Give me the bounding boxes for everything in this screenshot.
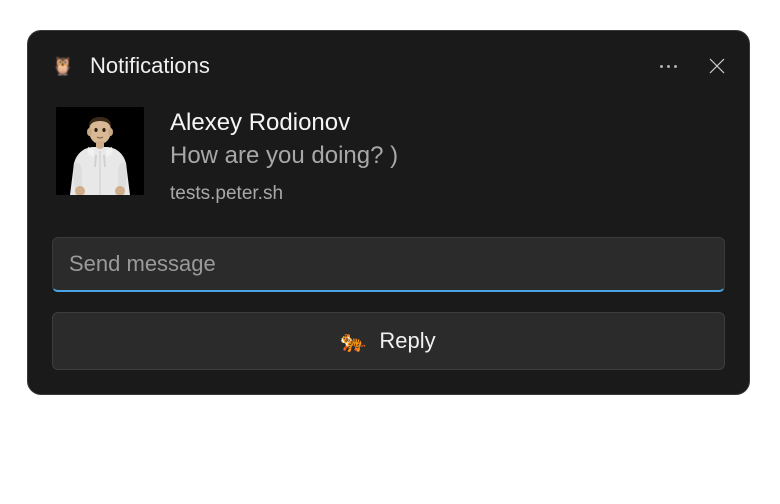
- message-input[interactable]: [52, 237, 725, 292]
- message-preview: How are you doing? ): [170, 142, 398, 170]
- header-left: 🦉 Notifications: [52, 53, 210, 79]
- reply-input-row: [52, 237, 725, 292]
- notification-text: Alexey Rodionov How are you doing? ) tes…: [170, 107, 398, 205]
- reply-icon: 🐅: [341, 329, 365, 353]
- sender-name: Alexey Rodionov: [170, 109, 398, 137]
- sender-avatar: [56, 107, 144, 195]
- notification-body: Alexey Rodionov How are you doing? ) tes…: [52, 107, 725, 205]
- close-icon[interactable]: [709, 58, 725, 74]
- reply-button-label: Reply: [379, 328, 435, 354]
- more-icon[interactable]: [656, 61, 681, 72]
- app-icon: 🦉: [52, 55, 74, 77]
- notification-source: tests.peter.sh: [170, 183, 398, 205]
- notification-toast: 🦉 Notifications: [27, 30, 750, 395]
- reply-button[interactable]: 🐅 Reply: [52, 312, 725, 370]
- header-actions: [656, 58, 725, 74]
- notification-header: 🦉 Notifications: [52, 53, 725, 79]
- header-title: Notifications: [90, 53, 210, 79]
